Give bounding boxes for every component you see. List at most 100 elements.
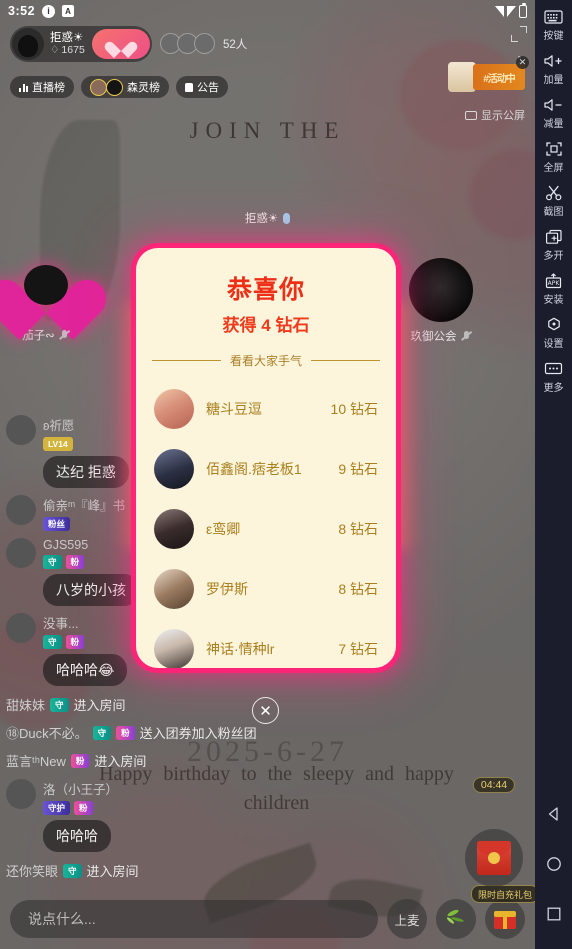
gift-button[interactable]: 限时自充礼包 xyxy=(470,885,535,939)
chip-live-ranking[interactable]: 直播榜 xyxy=(10,76,74,98)
join-the-banner: JOIN THE xyxy=(189,118,346,143)
sidebar-item-fullscreen[interactable]: 全屏 xyxy=(535,140,572,174)
avatar xyxy=(6,779,36,809)
sidebar-item-volume-down[interactable]: 减量 xyxy=(535,96,572,130)
avatar xyxy=(6,538,36,568)
host-info-pill[interactable]: 拒惑☀ ♢ 1675 1 xyxy=(10,26,152,62)
ranking-chips: 直播榜 森灵榜 公告 xyxy=(10,76,228,98)
divider-label: 看看大家手气 xyxy=(230,354,303,368)
gift-promo-label: 限时自充礼包 xyxy=(470,885,535,903)
bottom-action-bar: 说点什么... 上麦 限时自充礼包 xyxy=(0,885,535,949)
badge-guard: 守护 xyxy=(43,801,71,815)
badge-guard: 守 xyxy=(43,555,62,569)
gift-box-icon xyxy=(494,909,516,929)
bar-chart-icon xyxy=(19,83,28,92)
chip-label: 森灵榜 xyxy=(127,82,160,94)
chat-system-row[interactable]: ⑱Duck不必。 守 粉 送入团券加入粉丝团 xyxy=(6,723,306,742)
effect-button[interactable] xyxy=(436,899,476,939)
show-public-screen-button[interactable]: 显示公屏 xyxy=(465,107,525,123)
avatar xyxy=(154,509,194,549)
stage-artwork: JOIN THE 拒惑☀ xyxy=(0,118,535,226)
viewer-avatar xyxy=(194,33,215,54)
red-envelope-button[interactable]: 04:44 xyxy=(465,777,523,887)
list-item-value: 10 钻石 xyxy=(330,401,378,417)
chat-user-name: 蓝言ᵗʰNew xyxy=(6,754,66,769)
modal-divider: 看看大家手气 xyxy=(152,352,381,369)
badge-guard: 守 xyxy=(92,725,112,740)
avatar xyxy=(6,613,36,643)
chip-label: 公告 xyxy=(197,82,219,94)
badge-fan: 粉 xyxy=(65,555,85,569)
sidebar-item-more[interactable]: 更多 xyxy=(535,360,572,394)
ad-text: #活动中 xyxy=(473,64,525,90)
live-stream-screen: 2025-6-27 Happy birthday to the sleepy a… xyxy=(0,0,535,949)
badge-fan: 粉 xyxy=(65,635,85,649)
megaphone-icon xyxy=(185,82,193,92)
guest-name: 玖御公会 xyxy=(410,331,457,343)
chip-announcement[interactable]: 公告 xyxy=(176,76,228,98)
sidebar-item-install-apk[interactable]: APK 安装 xyxy=(535,272,572,306)
more-dots-icon xyxy=(543,360,564,377)
screen-icon xyxy=(465,110,477,120)
mute-icon xyxy=(461,330,472,342)
home-circle-icon[interactable] xyxy=(546,856,562,872)
sidebar-item-settings[interactable]: 设置 xyxy=(535,316,572,350)
list-item[interactable]: 佰鑫阁.痞老板1 9 钻石 xyxy=(154,439,378,499)
reward-modal: 恭喜你 获得 4 钻石 看看大家手气 糖斗豆逗 10 钻石 佰鑫阁.痞老板1 9… xyxy=(136,248,396,668)
volume-up-icon xyxy=(543,52,564,69)
sidebar-item-screenshot[interactable]: 截图 xyxy=(535,184,572,218)
follow-button[interactable]: 1 xyxy=(91,29,150,59)
expand-corners-icon[interactable] xyxy=(511,26,527,42)
sidebar-label: 截图 xyxy=(543,207,564,218)
guest-seat-left[interactable]: 茄子∾ xyxy=(0,255,92,343)
list-item[interactable]: 神话·情种lr 7 钻石 xyxy=(154,619,378,668)
sidebar-label: 安装 xyxy=(543,295,564,306)
sidebar-item-keyboard[interactable]: 按键 xyxy=(535,8,572,42)
chip-forest-ranking[interactable]: 森灵榜 xyxy=(81,76,169,98)
list-item-value: 8 钻石 xyxy=(338,521,378,537)
chat-system-row[interactable]: 还你笑眼 守 进入房间 xyxy=(6,861,306,880)
back-triangle-icon[interactable] xyxy=(546,806,562,822)
chat-input[interactable]: 说点什么... xyxy=(10,900,378,938)
badge-level: LV14 xyxy=(43,437,73,451)
chat-user-name: 洛（小王子） xyxy=(43,783,119,797)
avatar xyxy=(154,629,194,668)
microphone-icon xyxy=(283,212,291,224)
avatar xyxy=(154,389,194,429)
close-icon[interactable]: ✕ xyxy=(516,56,529,69)
chat-system-row[interactable]: 蓝言ᵗʰNew 粉 进入房间 xyxy=(6,751,306,770)
list-item[interactable]: 糖斗豆逗 10 钻石 xyxy=(154,379,378,439)
keyboard-icon xyxy=(543,8,564,25)
activity-ad-banner[interactable]: #活动中 ✕ xyxy=(448,56,529,92)
list-item-name: 糖斗豆逗 xyxy=(206,401,262,417)
recents-square-icon[interactable] xyxy=(546,906,562,922)
multi-window-icon xyxy=(543,228,564,245)
avatar xyxy=(6,495,36,525)
sidebar-item-volume-up[interactable]: 加量 xyxy=(535,52,572,86)
host-avatar[interactable] xyxy=(12,28,44,60)
list-item[interactable]: 罗伊斯 8 钻石 xyxy=(154,559,378,619)
chat-bubble: 八岁的小孩 xyxy=(43,574,139,606)
chat-row[interactable]: 洛（小王子） 守护 粉 哈哈哈 xyxy=(6,779,306,852)
divider-line xyxy=(311,359,381,362)
guest-seat-right[interactable]: 玖御公会 xyxy=(395,258,487,344)
sidebar-item-multi-instance[interactable]: 多开 xyxy=(535,228,572,262)
badge-fan: 粉 xyxy=(74,801,93,815)
badge-guard: 守 xyxy=(63,863,82,878)
go-on-mic-button[interactable]: 上麦 xyxy=(387,899,427,939)
chat-user-name: ⑱Duck不必。 xyxy=(6,726,88,741)
host-popularity: ♢ 1675 xyxy=(50,44,85,56)
avatar xyxy=(6,415,36,445)
list-item-value: 8 钻石 xyxy=(338,581,378,597)
modal-close-button[interactable]: ✕ xyxy=(252,697,279,724)
signal-icon xyxy=(495,5,504,17)
viewer-count: 52人 xyxy=(223,38,248,51)
chip-label: 直播榜 xyxy=(32,82,65,94)
modal-subtitle: 获得 4 钻石 xyxy=(222,316,310,335)
heart-frame-icon xyxy=(10,255,82,321)
list-item-value: 9 钻石 xyxy=(338,461,378,477)
app-square-icon: A xyxy=(62,5,75,17)
list-item[interactable]: ε鸾卿 8 钻石 xyxy=(154,499,378,559)
list-item-name: 罗伊斯 xyxy=(206,581,248,597)
viewer-list[interactable]: 52人 xyxy=(160,33,247,54)
